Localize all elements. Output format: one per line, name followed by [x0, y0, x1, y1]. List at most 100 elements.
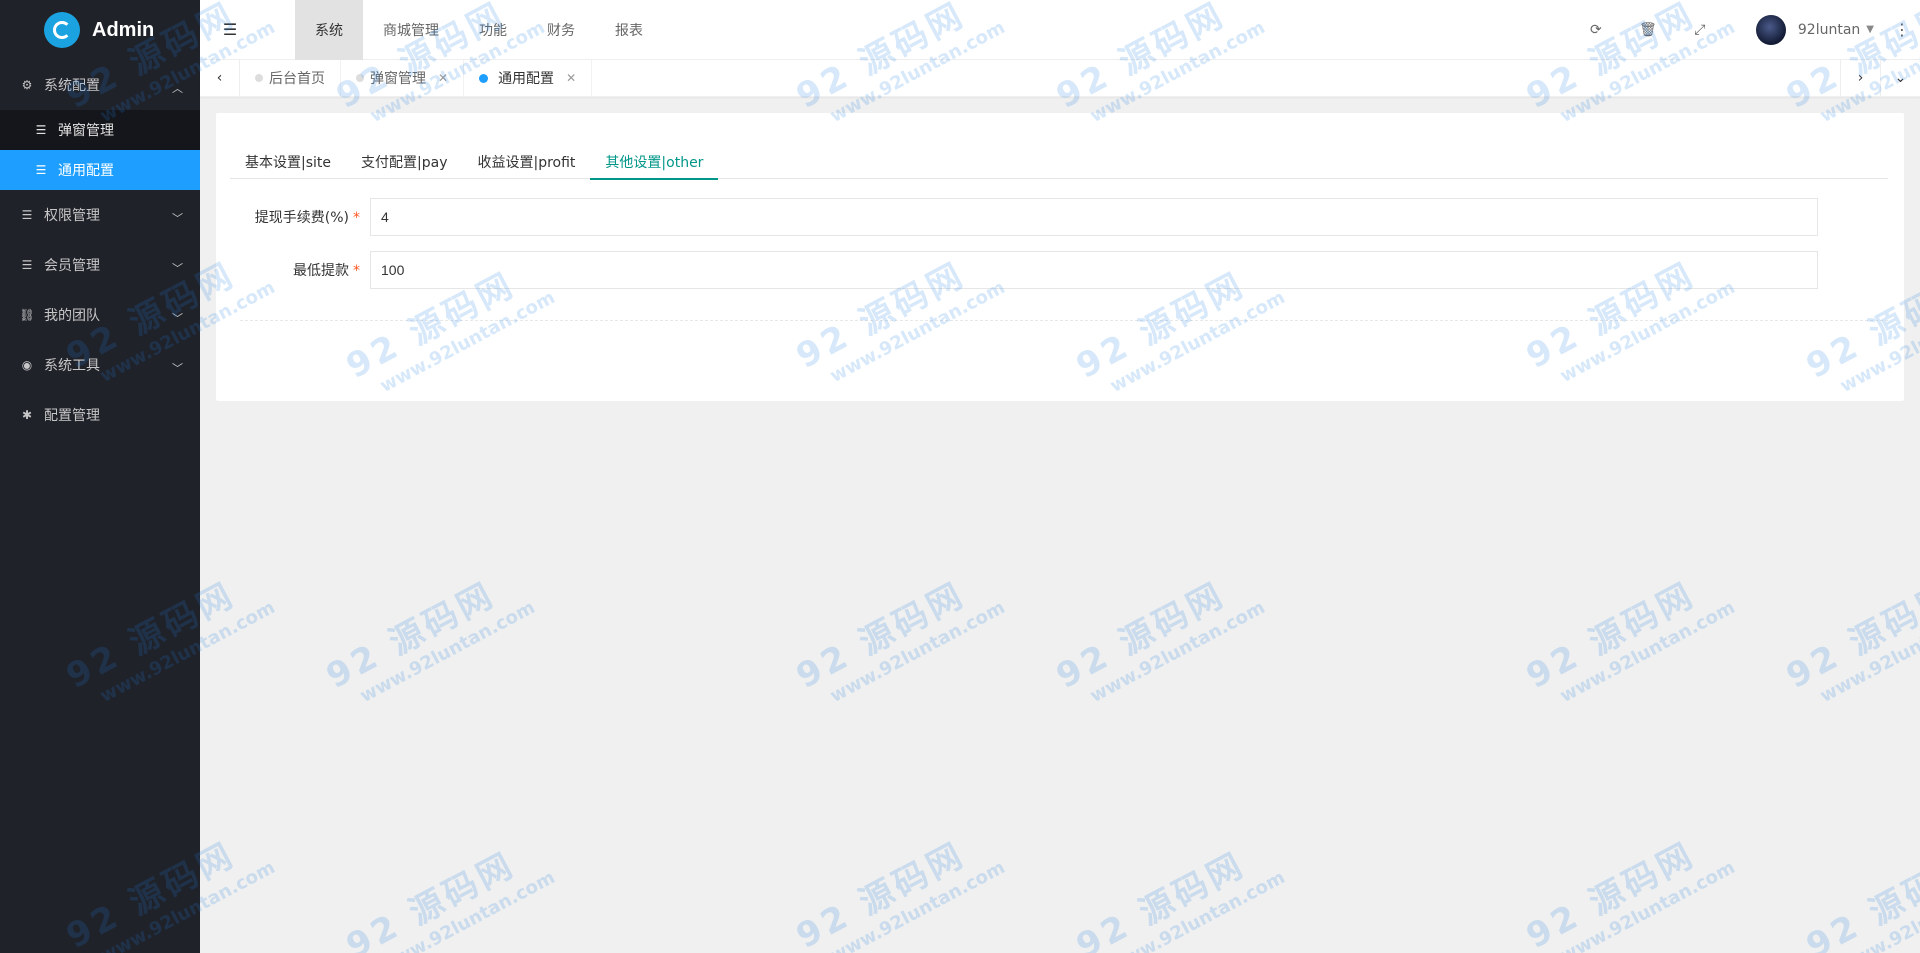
sidebar-item-tools[interactable]: ◉ 系统工具 ﹀	[0, 340, 200, 390]
chevron-down-icon: ﹀	[172, 212, 183, 225]
tab-popup[interactable]: 弹窗管理 ✕	[341, 59, 465, 97]
sidebar-item-label: 通用配置	[58, 163, 114, 179]
field-label-text: 提现手续费(%)	[254, 210, 349, 226]
tabs-scroll-right-button[interactable]: ›	[1840, 59, 1880, 97]
tab-pay[interactable]: 支付配置|pay	[346, 145, 462, 179]
chevron-up-icon: ︿	[172, 82, 183, 95]
sidebar-item-label: 配置管理	[44, 408, 100, 424]
trash-icon: 🗑	[1639, 21, 1657, 38]
tab-other[interactable]: 其他设置|other	[590, 145, 719, 180]
top-menu-reports[interactable]: 报表	[595, 0, 663, 60]
sitemap-icon: ⛓	[19, 308, 35, 322]
logo-icon	[44, 12, 80, 48]
top-menu-system[interactable]: 系统	[295, 0, 363, 60]
required-mark: *	[353, 263, 360, 279]
watermark: 92 源码网www.92luntan.com	[1519, 574, 1739, 707]
logo-text: Admin	[92, 18, 155, 41]
refresh-button[interactable]: ⟳	[1570, 0, 1622, 60]
tab-general-config[interactable]: 通用配置 ✕	[464, 59, 593, 97]
min-withdraw-input[interactable]	[370, 251, 1818, 289]
tab-label: 弹窗管理	[370, 71, 426, 87]
tab-profit[interactable]: 收益设置|profit	[462, 145, 590, 179]
field-label: 提现手续费(%) *	[230, 207, 370, 227]
tab-label: 后台首页	[269, 71, 325, 87]
form-row-fee: 提现手续费(%) *	[230, 198, 1818, 236]
list-icon: ☰	[21, 208, 33, 222]
sidebar-item-config-manage[interactable]: ✱ 配置管理	[0, 390, 200, 440]
watermark: 92 源码网www.92luntan.com	[789, 574, 1009, 707]
top-menu-finance[interactable]: 财务	[527, 0, 595, 60]
watermark: 92 源码网www.92luntan.com	[1799, 844, 1920, 953]
top-menu: 系统 商城管理 功能 财务 报表	[295, 0, 663, 60]
config-tabs: 基本设置|site 支付配置|pay 收益设置|profit 其他设置|othe…	[230, 145, 1888, 180]
compass-icon: ◉	[21, 358, 33, 372]
caret-down-icon: ▼	[1866, 24, 1874, 35]
clear-cache-button[interactable]: 🗑	[1622, 0, 1674, 60]
logo[interactable]: Admin	[0, 0, 200, 60]
submenu: ☰ 弹窗管理 ☰ 通用配置	[0, 110, 200, 190]
required-mark: *	[353, 210, 360, 226]
field-label-text: 最低提款	[293, 263, 349, 279]
close-icon[interactable]: ✕	[438, 71, 448, 85]
tab-label: 通用配置	[498, 71, 555, 87]
sidebar-item-label: 弹窗管理	[58, 123, 114, 139]
asterisk-icon: ✱	[21, 408, 33, 422]
field-label: 最低提款 *	[230, 260, 370, 280]
tab-site[interactable]: 基本设置|site	[230, 145, 346, 179]
form-row-min-withdraw: 最低提款 *	[230, 251, 1818, 289]
refresh-icon: ⟳	[1590, 21, 1602, 38]
top-menu-features[interactable]: 功能	[459, 0, 527, 60]
form-divider	[240, 320, 1888, 321]
chevron-right-icon: ›	[1857, 70, 1864, 86]
list-icon: ☰	[21, 258, 33, 272]
tabs-menu-button[interactable]: ⌄	[1880, 59, 1920, 97]
header-right: ⟳ 🗑 ⤢ 92luntan ▼ ⋮	[1570, 0, 1920, 60]
top-menu-mall[interactable]: 商城管理	[363, 0, 459, 60]
withdraw-fee-input[interactable]	[370, 198, 1818, 236]
watermark: 92 源码网www.92luntan.com	[1049, 574, 1269, 707]
sidebar-item-system-config[interactable]: ⚙ 系统配置 ︿	[0, 60, 200, 110]
sidebar-toggle-button[interactable]: ☰	[200, 0, 260, 60]
watermark: 92 源码网www.92luntan.com	[339, 844, 559, 953]
fullscreen-icon: ⤢	[1694, 21, 1706, 38]
sidebar-item-label: 权限管理	[44, 208, 100, 224]
avatar	[1755, 14, 1786, 45]
config-panel: 基本设置|site 支付配置|pay 收益设置|profit 其他设置|othe…	[216, 113, 1904, 401]
tab-dot	[255, 74, 263, 82]
chevron-left-icon: ‹	[216, 70, 223, 86]
tab-dot	[356, 74, 364, 82]
watermark: 92 源码网www.92luntan.com	[1519, 834, 1739, 953]
chevron-down-icon: ﹀	[172, 362, 183, 375]
close-icon[interactable]: ✕	[566, 71, 576, 85]
sidebar-item-label: 系统工具	[44, 358, 100, 374]
chevron-down-icon: ﹀	[172, 312, 183, 325]
chevron-down-icon: ﹀	[172, 262, 183, 275]
fullscreen-button[interactable]: ⤢	[1674, 0, 1726, 60]
sidebar: Admin ⚙ 系统配置 ︿ ☰ 弹窗管理 ☰ 通用配置 ☰ 权限管理 ﹀ ☰ …	[0, 0, 200, 953]
list-icon: ☰	[35, 123, 47, 137]
top-header: ☰ 系统 商城管理 功能 财务 报表 ⟳ 🗑 ⤢ 92luntan ▼ ⋮	[200, 0, 1920, 60]
tab-dot	[479, 73, 489, 83]
tabs-scroll-left-button[interactable]: ‹	[200, 59, 240, 97]
sidebar-item-label: 会员管理	[44, 258, 100, 274]
user-menu[interactable]: 92luntan ▼	[1746, 14, 1884, 45]
sidebar-item-team[interactable]: ⛓ 我的团队 ﹀	[0, 290, 200, 340]
indent-icon: ☰	[222, 20, 238, 39]
more-button[interactable]: ⋮	[1884, 0, 1920, 60]
page-tabs: 后台首页 弹窗管理 ✕ 通用配置 ✕	[240, 59, 1840, 97]
watermark: 92 源码网www.92luntan.com	[1069, 844, 1289, 953]
username: 92luntan	[1797, 21, 1861, 38]
chevron-down-icon: ⌄	[1894, 70, 1907, 86]
sidebar-subitem-general-config[interactable]: ☰ 通用配置	[0, 150, 200, 190]
sidebar-item-members[interactable]: ☰ 会员管理 ﹀	[0, 240, 200, 290]
watermark: 92 源码网www.92luntan.com	[789, 834, 1009, 953]
more-vertical-icon: ⋮	[1894, 20, 1910, 39]
page-tabs-bar: ‹ 后台首页 弹窗管理 ✕ 通用配置 ✕ › ⌄	[200, 59, 1920, 97]
sidebar-item-permissions[interactable]: ☰ 权限管理 ﹀	[0, 190, 200, 240]
sidebar-item-label: 系统配置	[44, 78, 100, 94]
gears-icon: ⚙	[21, 78, 33, 92]
sidebar-subitem-popup[interactable]: ☰ 弹窗管理	[0, 110, 200, 150]
tab-home[interactable]: 后台首页	[240, 59, 341, 97]
watermark: 92 源码网www.92luntan.com	[319, 574, 539, 707]
list-icon: ☰	[35, 163, 47, 177]
